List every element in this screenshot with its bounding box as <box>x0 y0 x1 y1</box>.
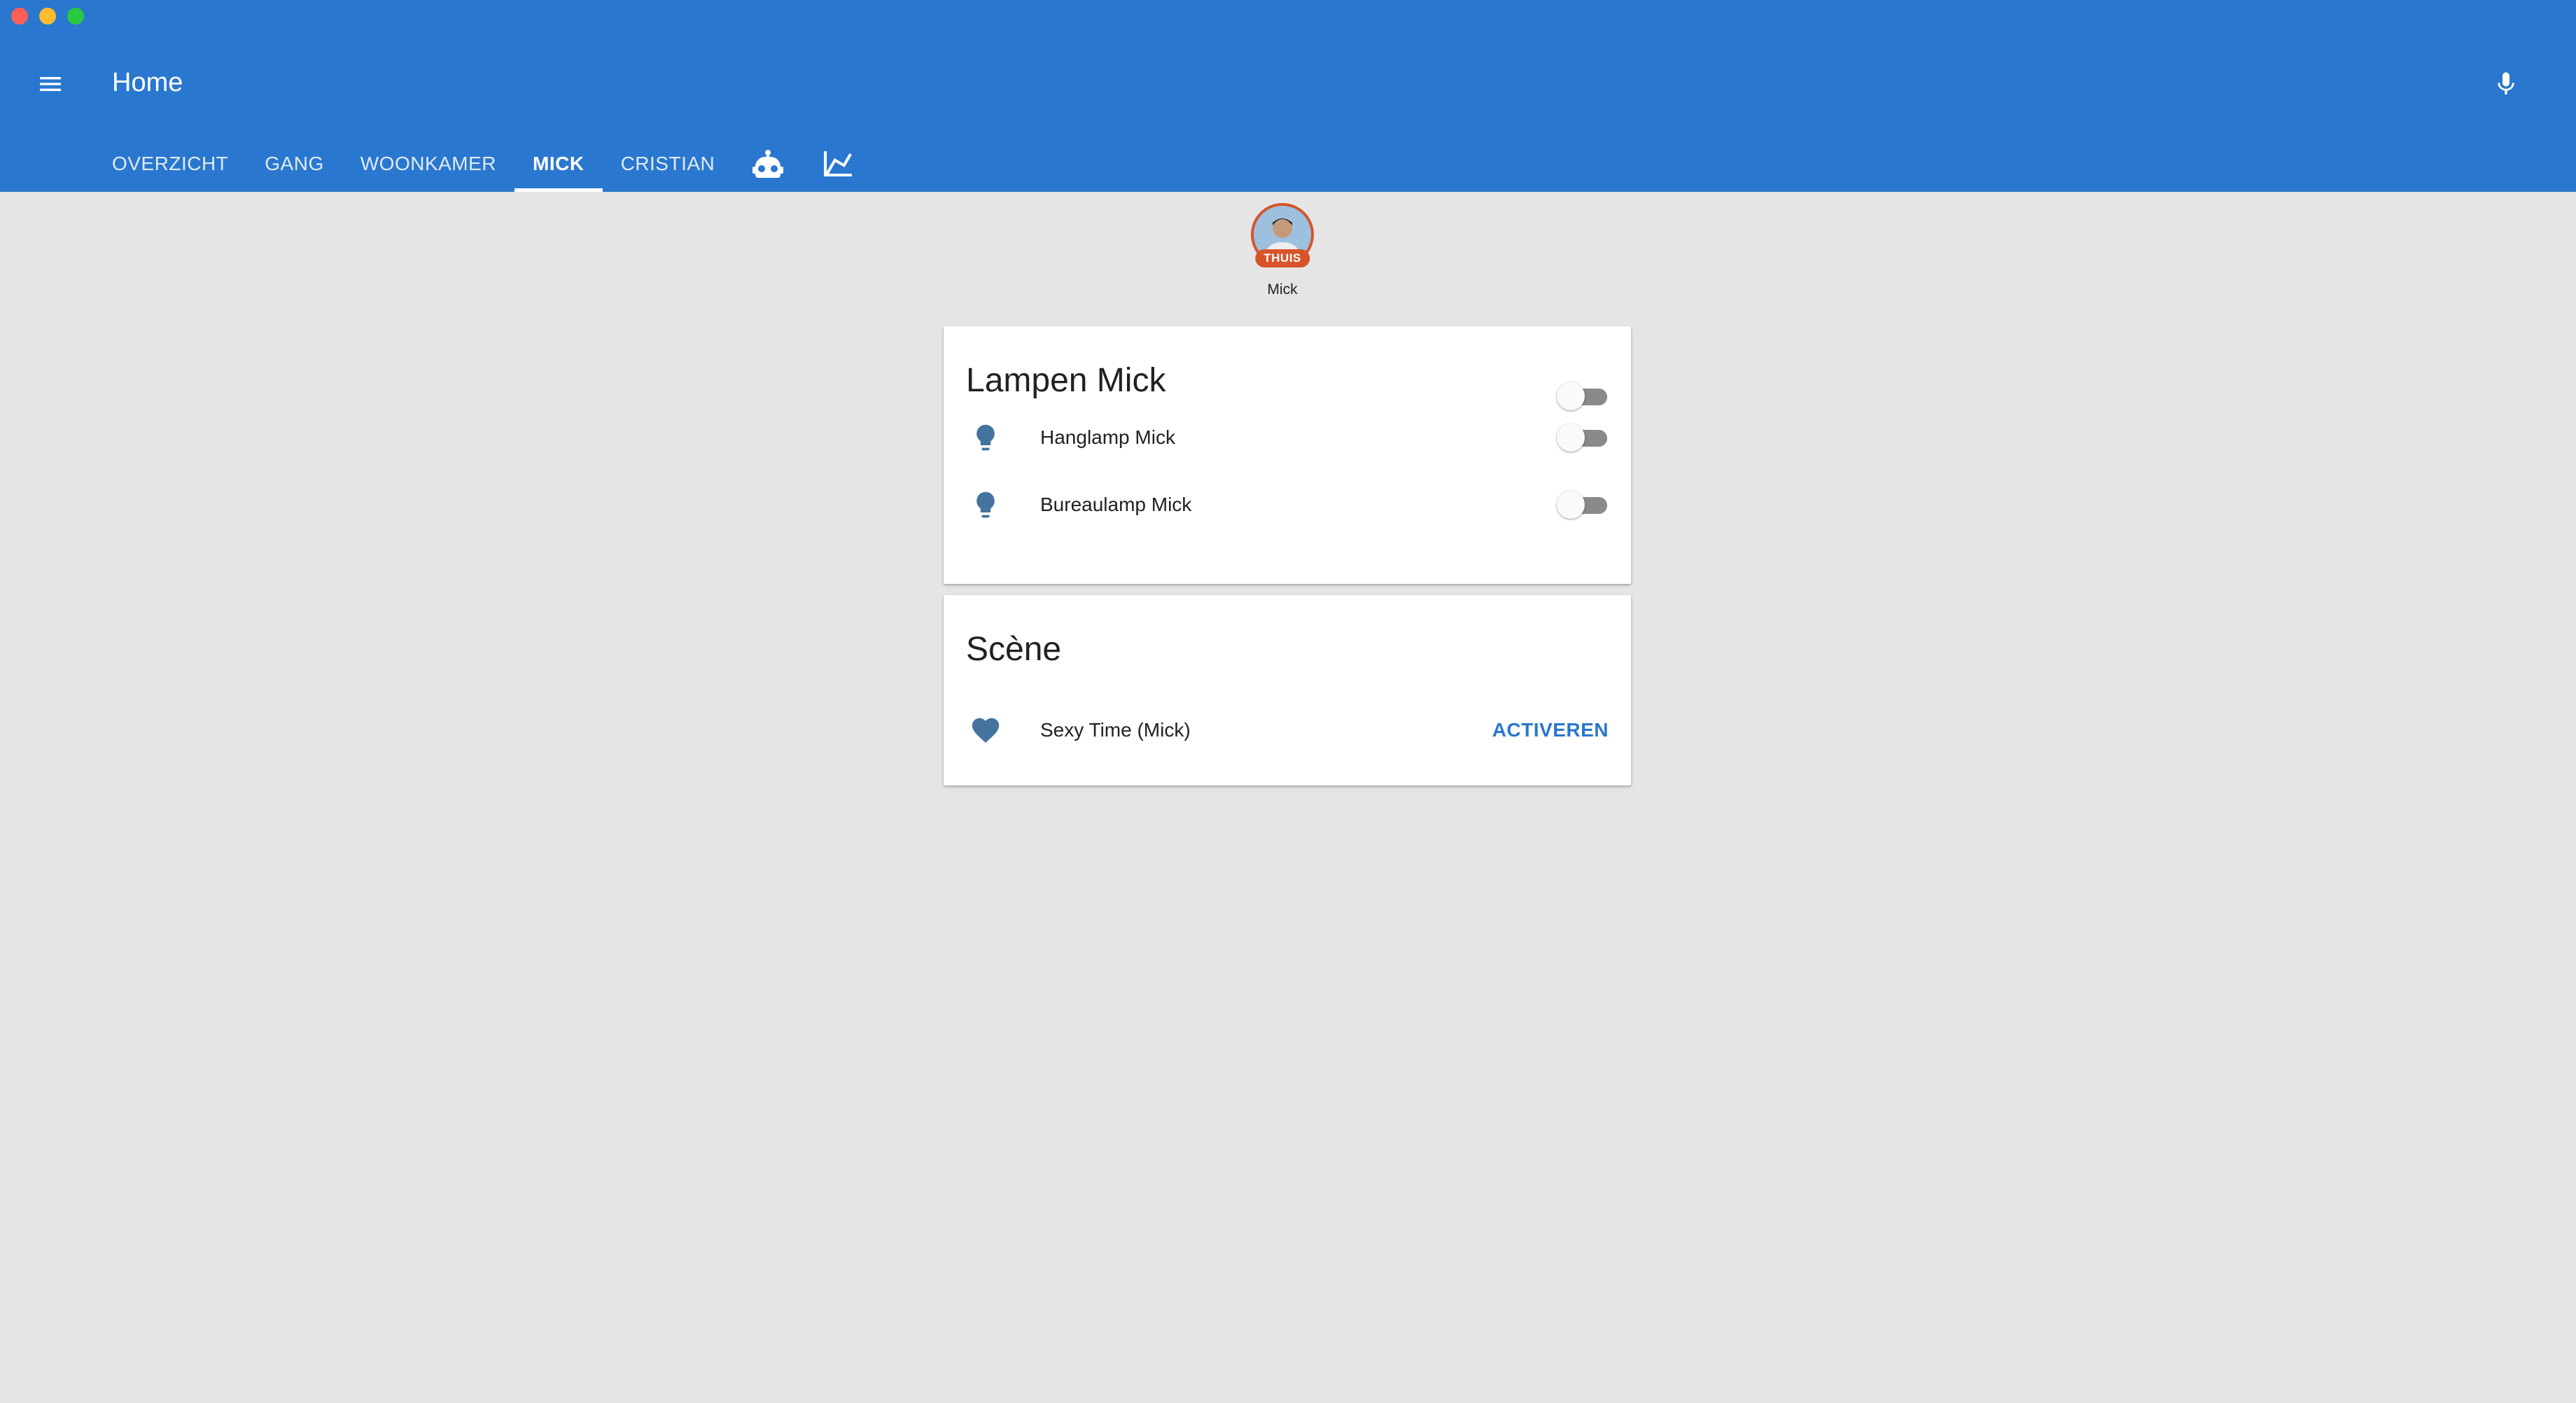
person-badge[interactable]: THUIS Mick <box>1247 203 1317 298</box>
microphone-icon[interactable] <box>2486 64 2526 104</box>
chart-line-icon <box>824 151 853 176</box>
card-title-lights: Lampen Mick <box>966 362 1166 399</box>
entity-row-hanglamp: Hanglamp Mick <box>966 413 1609 462</box>
tab-automation[interactable] <box>733 136 803 192</box>
tab-woonkamer[interactable]: WOONKAMER <box>342 136 514 192</box>
scene-card: Scène Sexy Time (Mick) ACTIVEREN <box>944 595 1631 786</box>
lightbulb-icon[interactable] <box>966 418 1005 457</box>
tab-overzicht[interactable]: OVERZICHT <box>94 136 246 192</box>
entity-name[interactable]: Bureaulamp Mick <box>1040 494 1557 516</box>
toggle-hanglamp-mick[interactable] <box>1557 422 1609 453</box>
menu-icon[interactable] <box>34 67 67 101</box>
lights-card: Lampen Mick Hanglamp Mick Bureaulamp Mic… <box>944 326 1631 584</box>
toggle-thumb <box>1557 491 1585 519</box>
tab-gang[interactable]: GANG <box>246 136 342 192</box>
window-maximize-button[interactable] <box>67 8 84 25</box>
window-minimize-button[interactable] <box>39 8 56 25</box>
toggle-thumb <box>1557 382 1585 410</box>
person-name: Mick <box>1267 281 1298 298</box>
robot-icon <box>752 150 784 178</box>
group-toggle-lampen-mick[interactable] <box>1557 381 1609 412</box>
toggle-thumb <box>1557 424 1585 452</box>
app-header: Home OVERZICHT GANG WOONKAMER MICK CRIST… <box>0 34 2576 192</box>
entity-name[interactable]: Sexy Time (Mick) <box>1040 719 1492 741</box>
tab-history[interactable] <box>803 136 873 192</box>
entity-row-scene: Sexy Time (Mick) ACTIVEREN <box>966 706 1609 755</box>
activate-scene-button[interactable]: ACTIVEREN <box>1492 719 1609 741</box>
status-badge: THUIS <box>1255 249 1310 267</box>
tab-mick[interactable]: MICK <box>514 136 603 192</box>
toggle-bureaulamp-mick[interactable] <box>1557 489 1609 520</box>
card-title-scene: Scène <box>966 631 1062 668</box>
entity-name[interactable]: Hanglamp Mick <box>1040 426 1557 449</box>
entity-row-bureaulamp: Bureaulamp Mick <box>966 480 1609 529</box>
page-title: Home <box>112 68 183 97</box>
window-titlebar <box>0 0 2576 34</box>
view-tabs: OVERZICHT GANG WOONKAMER MICK CRISTIAN <box>94 136 873 192</box>
window-close-button[interactable] <box>11 8 28 25</box>
lightbulb-icon[interactable] <box>966 485 1005 524</box>
tab-cristian[interactable]: CRISTIAN <box>603 136 734 192</box>
heart-icon[interactable] <box>966 711 1005 750</box>
